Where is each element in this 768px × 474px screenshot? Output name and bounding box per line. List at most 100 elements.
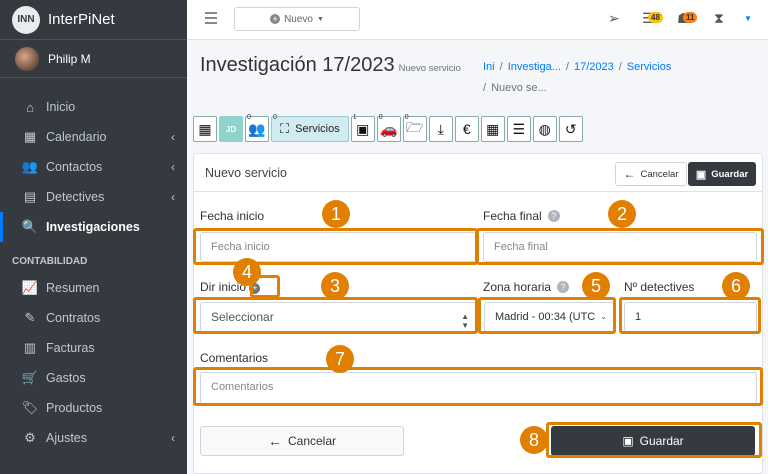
new-dropdown-button[interactable]: + Nuevo ▼ bbox=[234, 7, 360, 31]
arrow-left-icon: ← bbox=[623, 167, 636, 181]
tab-servicios[interactable]: 0 ⛶ Servicios bbox=[271, 114, 349, 142]
home-icon: ⌂ bbox=[26, 99, 34, 115]
save-label: Guardar bbox=[711, 168, 749, 180]
fecha-final-label: Fecha final? bbox=[483, 209, 560, 223]
services-count: 0 bbox=[273, 114, 277, 121]
sidebar-nav-accounting: 📈 Resumen ✎ Contratos ▥ Facturas 🛒 Gastos 🏷 Produ… bbox=[0, 273, 187, 453]
sidebar-item-label: Resumen bbox=[46, 281, 100, 295]
binoculars-icon: ⛶ bbox=[280, 121, 290, 136]
breadcrumb: Ini / Investiga.../17/2023/Servicios / Nuev… bbox=[483, 61, 672, 94]
brand[interactable]: INN InterPiNet bbox=[0, 0, 187, 40]
cancel-label: Cancelar bbox=[287, 434, 337, 448]
users-icon: 👥 bbox=[248, 120, 266, 137]
hourglass-icon[interactable]: ⧗ bbox=[714, 10, 724, 27]
calendar-icon: ▦ bbox=[486, 120, 500, 137]
brand-name: InterPiNet bbox=[48, 11, 115, 28]
sidebar-item-ajustes[interactable]: ⚙ Ajustes ‹ bbox=[0, 423, 187, 453]
download-icon: ⤓ bbox=[437, 120, 444, 137]
page-title: Investigación 17/2023 Nuevo servicio bbox=[200, 54, 461, 77]
history-icon: ↺ bbox=[564, 120, 577, 137]
sidebar: INN InterPiNet Philip M ⌂ Inicio ▦ Calendar… bbox=[0, 0, 187, 474]
cancel-button-top[interactable]: ← Cancelar bbox=[615, 162, 687, 186]
table-icon: ▦ bbox=[198, 120, 212, 137]
tab-client[interactable]: JD bbox=[219, 116, 243, 142]
help-icon[interactable]: ? bbox=[547, 210, 560, 222]
vehicles-count: 0 bbox=[378, 114, 383, 121]
sidebar-item-detectives[interactable]: ▤ Detectives ‹ bbox=[0, 182, 187, 212]
callout-badge: 2 bbox=[608, 200, 636, 228]
car-icon: 🚗 bbox=[380, 120, 398, 137]
sidebar-item-facturas[interactable]: ▥ Facturas bbox=[0, 333, 187, 363]
card-header: Nuevo servicio ← Cancelar ▣ Guardar bbox=[194, 154, 762, 192]
tab-overview[interactable]: ▦ bbox=[193, 116, 217, 142]
breadcrumb-item[interactable]: Investiga... bbox=[508, 61, 561, 73]
tab-documents[interactable]: 0 🗁 bbox=[402, 114, 427, 142]
avatar bbox=[15, 46, 39, 71]
messages-badge: 48 bbox=[648, 12, 663, 23]
breadcrumb-item[interactable]: Servicios bbox=[627, 61, 672, 73]
cancel-label: Cancelar bbox=[640, 168, 679, 180]
chevron-left-icon: ‹ bbox=[171, 431, 175, 445]
caret-down-icon: ▼ bbox=[316, 15, 324, 23]
cart-icon: 🛒 bbox=[21, 370, 39, 385]
building-icon: ▤ bbox=[23, 189, 37, 204]
tab-calendar[interactable]: ▦ bbox=[480, 116, 505, 142]
callout-badge: 6 bbox=[722, 272, 750, 300]
comentarios-label: Comentarios bbox=[200, 351, 269, 365]
breadcrumb-item[interactable]: 17/2023 bbox=[574, 61, 614, 73]
tab-timeline[interactable]: ☰ bbox=[506, 116, 531, 142]
brand-logo: INN bbox=[12, 5, 40, 34]
invoice-icon: ▥ bbox=[23, 340, 37, 355]
top-navbar: + Nuevo ▼ ➢ ☰ 48 ☗ 11 ⧗ ▼ bbox=[187, 0, 768, 40]
sidebar-item-calendario[interactable]: ▦ Calendario ‹ bbox=[0, 122, 187, 152]
user-name: Philip M bbox=[48, 51, 91, 66]
users-icon: 👥 bbox=[21, 159, 39, 174]
tab-history[interactable]: ↺ bbox=[558, 116, 583, 142]
save-button-top[interactable]: ▣ Guardar bbox=[688, 162, 756, 186]
sidebar-item-label: Investigaciones bbox=[46, 220, 140, 234]
alerts-badge: 11 bbox=[683, 12, 698, 23]
sidebar-item-label: Inicio bbox=[46, 100, 76, 114]
globe-icon: ◍ bbox=[538, 120, 551, 137]
cancel-button[interactable]: ← Cancelar bbox=[200, 426, 404, 456]
sidebar-item-resumen[interactable]: 📈 Resumen bbox=[0, 273, 187, 303]
client-initials: JD bbox=[225, 124, 237, 134]
tab-team[interactable]: 0 👥 bbox=[245, 114, 269, 142]
sidebar-item-productos[interactable]: 🏷 Productos bbox=[0, 393, 187, 423]
callout-badge: 1 bbox=[322, 200, 350, 228]
tab-media[interactable]: 1 ▣ bbox=[350, 114, 375, 142]
tab-expenses[interactable]: € bbox=[454, 116, 479, 142]
tab-vehicles[interactable]: 0 🚗 bbox=[376, 114, 401, 142]
breadcrumb-item[interactable]: Ini bbox=[483, 61, 495, 73]
user-panel[interactable]: Philip M bbox=[0, 40, 187, 78]
sidebar-item-contactos[interactable]: 👥 Contactos ‹ bbox=[0, 152, 187, 182]
card-title: Nuevo servicio bbox=[205, 166, 287, 180]
breadcrumb-current: Nuevo se... bbox=[491, 82, 547, 94]
help-icon[interactable]: ? bbox=[557, 281, 570, 293]
zona-label-text: Zona horaria bbox=[483, 280, 552, 294]
search-icon: 🔍 bbox=[21, 219, 39, 234]
callout-badge: 3 bbox=[321, 272, 349, 300]
hamburger-icon[interactable] bbox=[205, 12, 217, 24]
highlight-frame bbox=[546, 422, 762, 458]
plus-circle-icon: + bbox=[270, 14, 281, 24]
sidebar-item-gastos[interactable]: 🛒 Gastos bbox=[0, 363, 187, 393]
detectives-label: Nº detectives bbox=[624, 280, 695, 294]
tab-globe[interactable]: ◍ bbox=[532, 116, 557, 142]
media-count: 1 bbox=[352, 114, 357, 121]
sidebar-item-contratos[interactable]: ✎ Contratos bbox=[0, 303, 187, 333]
sidebar-item-investigaciones[interactable]: 🔍 Investigaciones bbox=[0, 212, 187, 242]
paper-plane-icon[interactable]: ➢ bbox=[608, 10, 620, 27]
sidebar-item-inicio[interactable]: ⌂ Inicio bbox=[0, 92, 187, 122]
chart-line-icon: 📈 bbox=[21, 280, 39, 295]
list-icon: ☰ bbox=[512, 120, 526, 137]
sidebar-item-label: Contactos bbox=[46, 160, 103, 174]
caret-down-icon[interactable]: ▼ bbox=[744, 14, 752, 23]
highlight-frame bbox=[476, 228, 764, 265]
sidebar-item-label: Gastos bbox=[46, 371, 86, 385]
highlight-frame bbox=[193, 297, 478, 334]
tags-icon: 🏷 bbox=[21, 400, 39, 415]
tab-downloads[interactable]: ⤓ bbox=[428, 116, 453, 142]
file-signature-icon: ✎ bbox=[24, 310, 36, 325]
team-count: 0 bbox=[247, 114, 251, 121]
